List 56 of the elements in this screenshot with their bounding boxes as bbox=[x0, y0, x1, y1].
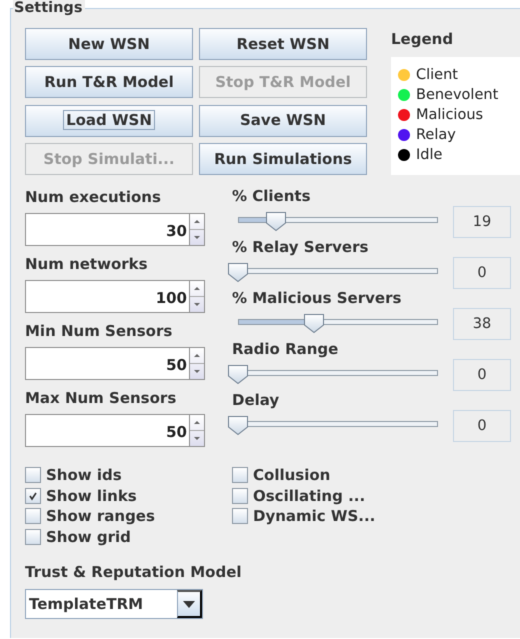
checkbox-label[interactable]: Show links bbox=[46, 486, 137, 506]
field-label: Min Num Sensors bbox=[25, 321, 174, 341]
checkbox[interactable] bbox=[25, 467, 41, 484]
slider-label: Radio Range bbox=[232, 340, 340, 358]
legend-label: Client bbox=[416, 66, 458, 85]
spinner-arrows[interactable] bbox=[189, 347, 205, 380]
checkbox-label[interactable]: Show ids bbox=[46, 465, 122, 486]
value-field: 19 bbox=[453, 206, 511, 238]
checkbox-label[interactable]: Show grid bbox=[46, 526, 131, 547]
legend-label: Idle bbox=[416, 146, 442, 165]
checkbox[interactable] bbox=[232, 508, 248, 524]
legend-title: Legend bbox=[391, 29, 454, 49]
slider-label: % Relay Servers bbox=[232, 238, 370, 256]
checkbox[interactable] bbox=[25, 488, 41, 504]
action-button[interactable]: Run T&R Model bbox=[25, 66, 193, 98]
slider-thumb[interactable] bbox=[303, 313, 325, 334]
value-field: 0 bbox=[453, 256, 511, 288]
field-label: Max Num Sensors bbox=[25, 388, 178, 408]
value-field: 0 bbox=[453, 410, 511, 442]
slider-label: Delay bbox=[232, 391, 280, 409]
value-field: 38 bbox=[453, 308, 511, 340]
checkbox[interactable] bbox=[25, 508, 41, 524]
legend-label: Benevolent bbox=[416, 86, 498, 105]
checkbox[interactable] bbox=[25, 528, 41, 545]
checkbox-label[interactable]: Collusion bbox=[253, 465, 330, 486]
number-field[interactable]: 50 bbox=[25, 414, 189, 447]
checkbox[interactable] bbox=[232, 467, 248, 484]
spinner-arrows[interactable] bbox=[189, 280, 205, 313]
action-button[interactable]: Reset WSN bbox=[199, 28, 367, 60]
action-button[interactable]: Load WSN bbox=[25, 104, 193, 136]
number-field[interactable]: 30 bbox=[25, 213, 189, 246]
field-label: Num executions bbox=[25, 187, 162, 207]
legend-label: Relay bbox=[416, 126, 456, 145]
checkmark-icon bbox=[28, 490, 38, 501]
combo-label: Trust & Reputation Model bbox=[25, 562, 243, 582]
slider-label: % Malicious Servers bbox=[232, 289, 402, 307]
slider-thumb[interactable] bbox=[265, 211, 287, 232]
slider-label: % Clients bbox=[232, 187, 312, 205]
checkbox-label[interactable]: Oscillating ... bbox=[253, 486, 366, 506]
slider-thumb[interactable] bbox=[227, 415, 249, 436]
slider-thumb[interactable] bbox=[227, 262, 249, 283]
panel-title: Settings bbox=[13, 0, 86, 16]
field-label: Num networks bbox=[25, 254, 149, 274]
number-field[interactable]: 100 bbox=[25, 280, 189, 313]
checkbox[interactable] bbox=[232, 488, 248, 504]
checkbox-label[interactable]: Dynamic WS... bbox=[253, 506, 376, 526]
action-button[interactable]: Save WSN bbox=[199, 104, 367, 136]
slider-thumb[interactable] bbox=[227, 364, 249, 385]
spinner-arrows[interactable] bbox=[189, 213, 205, 246]
checkbox-label[interactable]: Show ranges bbox=[46, 506, 155, 526]
value-field: 0 bbox=[453, 358, 511, 390]
action-button[interactable]: New WSN bbox=[25, 28, 193, 60]
legend-label: Malicious bbox=[416, 106, 484, 125]
action-button[interactable]: Run Simulations bbox=[199, 142, 367, 175]
spinner-arrows[interactable] bbox=[189, 414, 205, 447]
number-field[interactable]: 50 bbox=[25, 347, 189, 380]
